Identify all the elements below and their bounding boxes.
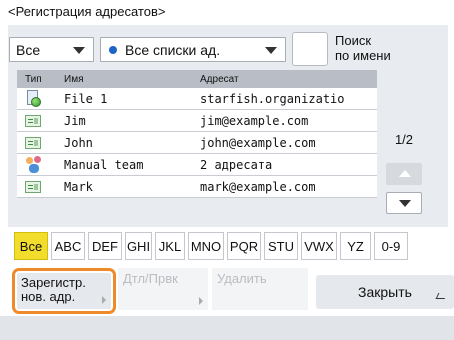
address-card-icon bbox=[25, 136, 41, 149]
page-title: <Регистрация адресатов> bbox=[8, 4, 166, 19]
alpha-key-vwx[interactable]: VWX bbox=[301, 232, 337, 260]
search-button-square bbox=[292, 32, 328, 66]
page-up-button[interactable] bbox=[386, 163, 422, 185]
search-label-line1: Поиск bbox=[335, 33, 372, 48]
return-arrow-icon bbox=[435, 293, 448, 299]
table-row[interactable]: Jim jim@example.com bbox=[17, 110, 377, 132]
details-edit-button[interactable]: Дтл/Првк bbox=[118, 268, 208, 310]
bottom-status-bar bbox=[0, 316, 454, 340]
search-label-line2: по имени bbox=[335, 48, 391, 63]
page-indicator: 1/2 bbox=[394, 132, 414, 147]
table-header: Тип Имя Адресат bbox=[17, 70, 377, 88]
address-card-icon bbox=[25, 180, 41, 193]
details-edit-label: Дтл/Првк bbox=[123, 271, 178, 286]
row-address: jim@example.com bbox=[200, 113, 309, 128]
address-list-dropdown[interactable]: Все списки ад. bbox=[100, 37, 286, 62]
alpha-key-yz[interactable]: YZ bbox=[340, 232, 371, 260]
chevron-down-icon bbox=[73, 47, 85, 54]
table-row[interactable]: Manual team 2 адресата bbox=[17, 154, 377, 176]
alphabet-index-bar: Все ABC DEF GHI JKL MNO PQR STU VWX YZ 0… bbox=[14, 232, 408, 260]
group-icon bbox=[25, 155, 43, 174]
table-row[interactable]: John john@example.com bbox=[17, 132, 377, 154]
alpha-key-digits[interactable]: 0-9 bbox=[374, 232, 408, 260]
address-list-value: Все списки ад. bbox=[125, 41, 221, 58]
table-row[interactable]: Mark mark@example.com bbox=[17, 176, 377, 198]
alpha-key-def[interactable]: DEF bbox=[88, 232, 122, 260]
submenu-arrow-icon bbox=[199, 297, 203, 305]
chevron-down-icon bbox=[265, 47, 277, 54]
alpha-key-stu[interactable]: STU bbox=[264, 232, 298, 260]
row-name: Manual team bbox=[64, 157, 144, 172]
search-by-name-button[interactable]: Поиск по имени bbox=[292, 32, 398, 66]
row-address: starfish.organizatio bbox=[200, 91, 345, 106]
register-new-address-button[interactable]: Зарегистр. нов. адр. bbox=[12, 268, 116, 314]
type-filter-dropdown[interactable]: Все bbox=[9, 37, 94, 62]
register-label-line1: Зарегистр. bbox=[21, 275, 86, 290]
delete-button[interactable]: Удалить bbox=[212, 268, 308, 310]
register-button-face: Зарегистр. нов. адр. bbox=[17, 273, 111, 309]
address-table: Тип Имя Адресат File 1 starfish.organiza… bbox=[17, 70, 377, 198]
type-filter-value: Все bbox=[16, 41, 41, 58]
register-label-line2: нов. адр. bbox=[21, 289, 76, 304]
alpha-key-jkl[interactable]: JKL bbox=[155, 232, 185, 260]
address-card-icon bbox=[25, 114, 41, 127]
row-name: John bbox=[64, 135, 93, 150]
row-address: 2 адресата bbox=[200, 157, 273, 172]
page-down-button[interactable] bbox=[386, 192, 422, 214]
row-address: mark@example.com bbox=[200, 179, 316, 194]
delete-label: Удалить bbox=[217, 271, 267, 286]
list-dot-icon bbox=[109, 45, 117, 54]
header-type: Тип bbox=[25, 73, 42, 85]
header-address: Адресат bbox=[200, 73, 239, 85]
close-label: Закрыть bbox=[358, 284, 412, 300]
row-address: john@example.com bbox=[200, 135, 316, 150]
table-row[interactable]: File 1 starfish.organizatio bbox=[17, 88, 377, 110]
file-globe-icon bbox=[25, 89, 41, 108]
row-name: File 1 bbox=[64, 91, 108, 106]
alpha-key-ghi[interactable]: GHI bbox=[125, 232, 152, 260]
alpha-key-mno[interactable]: MNO bbox=[188, 232, 224, 260]
submenu-arrow-icon bbox=[102, 296, 106, 304]
alpha-key-pqr[interactable]: PQR bbox=[227, 232, 261, 260]
row-name: Mark bbox=[64, 179, 93, 194]
header-name: Имя bbox=[64, 73, 84, 85]
alpha-key-all[interactable]: Все bbox=[14, 232, 48, 260]
close-button[interactable]: Закрыть bbox=[316, 275, 454, 309]
row-name: Jim bbox=[64, 113, 86, 128]
search-by-name-label: Поиск по имени bbox=[335, 33, 391, 63]
alpha-key-abc[interactable]: ABC bbox=[51, 232, 85, 260]
